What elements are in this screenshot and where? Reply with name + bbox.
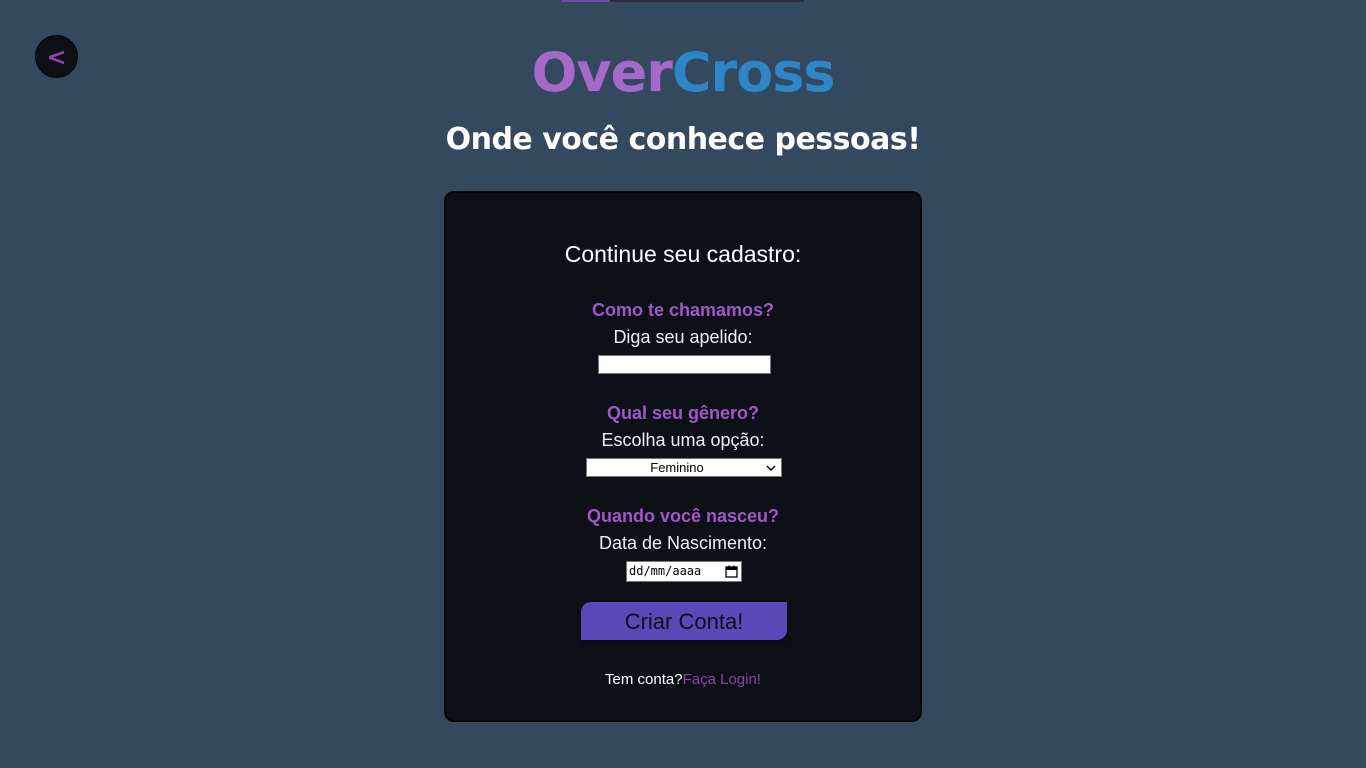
logo-over: Over — [531, 41, 672, 104]
birthdate-label: Data de Nascimento: — [598, 533, 768, 553]
logo-cross: Cross — [671, 41, 836, 104]
progress-bar-fill — [562, 0, 611, 2]
chevron-down-icon — [766, 465, 776, 472]
signup-card: Continue seu cadastro: Como te chamamos?… — [444, 191, 922, 722]
logo: OverCross — [0, 38, 1366, 108]
create-account-button[interactable]: Criar Conta! — [581, 602, 787, 640]
progress-bar — [562, 0, 804, 2]
nickname-heading: Como te chamamos? — [591, 300, 775, 320]
nickname-input[interactable] — [598, 355, 771, 374]
birthdate-placeholder: dd/mm/aaaa — [629, 564, 702, 578]
signup-page: < OverCross Onde você conhece pessoas! C… — [0, 0, 1366, 768]
birthdate-input[interactable]: dd/mm/aaaa — [626, 561, 742, 582]
gender-heading: Qual seu gênero? — [606, 403, 760, 423]
login-link[interactable]: Faça Login! — [683, 671, 761, 688]
tagline: Onde você conhece pessoas! — [445, 122, 921, 157]
login-question: Tem conta? — [605, 671, 683, 688]
gender-select[interactable]: Feminino — [586, 458, 782, 477]
gender-label: Escolha uma opção: — [601, 430, 765, 450]
login-prompt: Tem conta?Faça Login! — [446, 670, 920, 690]
calendar-icon[interactable] — [725, 565, 738, 578]
nickname-label: Diga seu apelido: — [613, 327, 753, 347]
card-title: Continue seu cadastro: — [564, 241, 802, 267]
birthdate-heading: Quando você nasceu? — [586, 506, 780, 526]
gender-selected-value: Feminino — [650, 460, 704, 475]
